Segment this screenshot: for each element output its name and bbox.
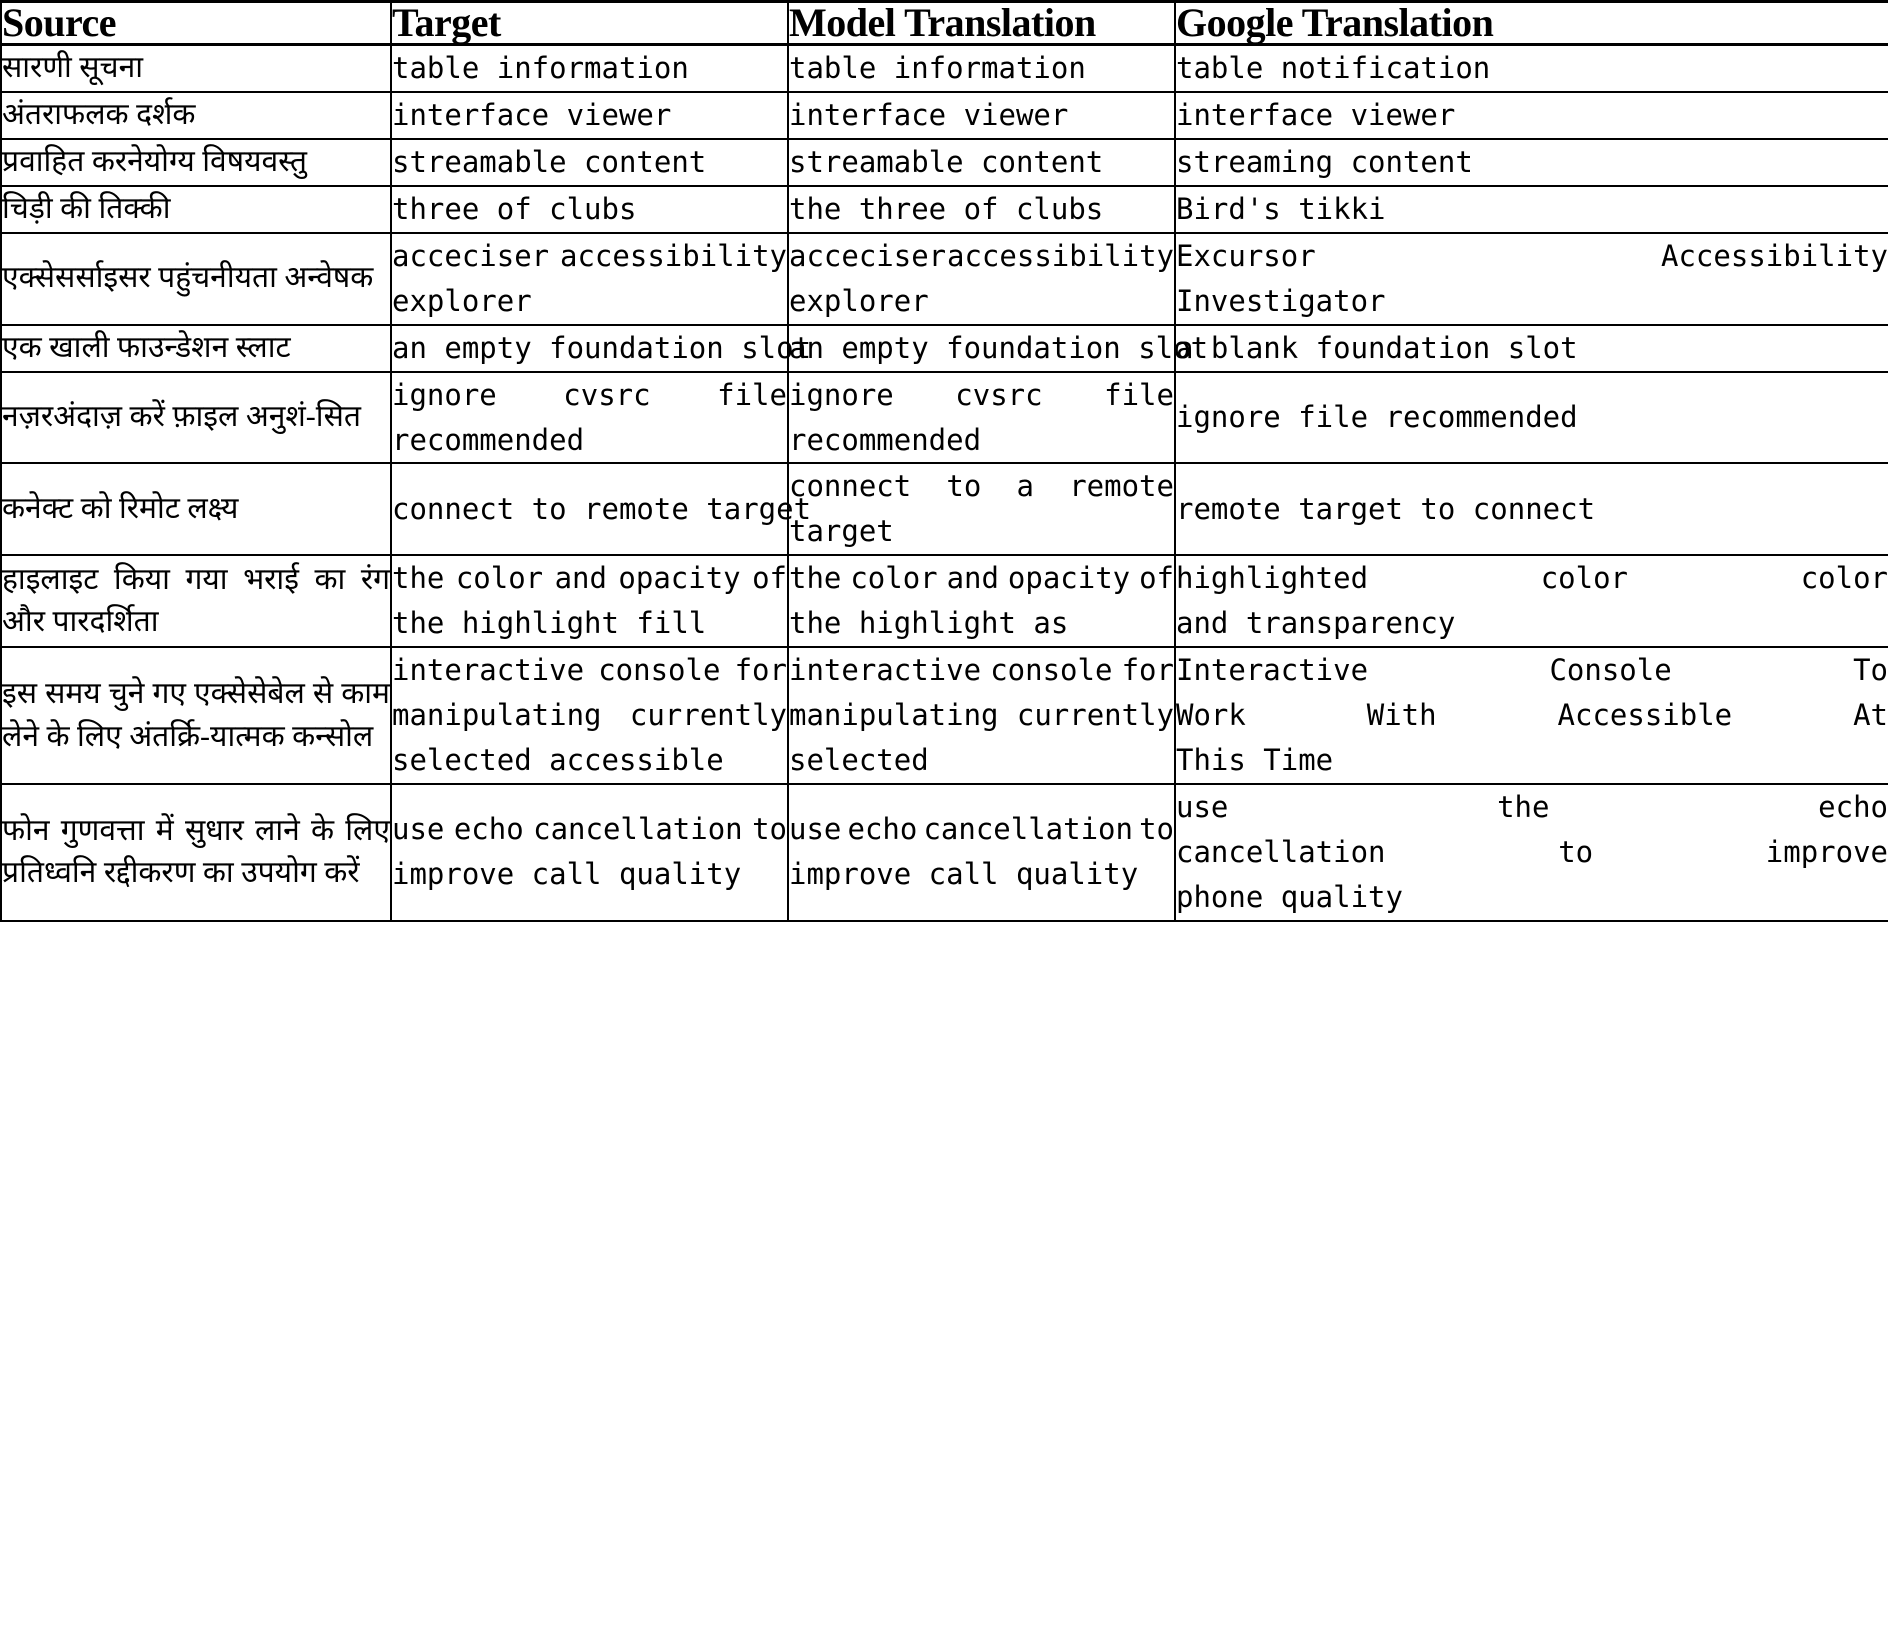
table-row: फोन गुणवत्ता में सुधार लाने के लिए प्रति… <box>0 783 1888 922</box>
table-row: अंतराफलक दर्शक interface viewer interface … <box>0 90 1888 140</box>
table-row: चिड़ी की तिक्की three of clubs the three o… <box>0 184 1888 234</box>
table-body: सारणी सूचना table information table inform… <box>0 43 1888 922</box>
cell-google: a blank foundation slot <box>1174 323 1888 373</box>
table-row: कनेक्ट को रिमोट लक्ष्य connect to remote … <box>0 462 1888 557</box>
cell-model: table information <box>787 43 1176 93</box>
cell-model: connect to a remote target <box>787 462 1176 557</box>
column-header-source: Source <box>0 0 392 46</box>
cell-source: नज़रअंदाज़ करें फ़ाइल अनुशं-सित <box>0 370 392 465</box>
cell-google: remote target to connect <box>1174 462 1888 557</box>
column-header-model-translation: Model Translation <box>787 0 1176 46</box>
column-header-google-translation: Google Translation <box>1174 0 1888 46</box>
cell-google: highlighted color color and transparency <box>1174 554 1888 649</box>
table-row: सारणी सूचना table information table inform… <box>0 43 1888 93</box>
cell-target: the color and opacity of the highlight fill <box>390 554 789 649</box>
cell-target: interactive console for manipulating current… <box>390 646 789 785</box>
column-header-target: Target <box>390 0 789 46</box>
cell-source: सारणी सूचना <box>0 43 392 93</box>
cell-source: अंतराफलक दर्शक <box>0 90 392 140</box>
cell-target: connect to remote target <box>390 462 811 557</box>
cell-google: Interactive Console To Work With Accessible At… <box>1174 646 1888 785</box>
cell-target: acceciser accessibility explorer <box>390 231 789 326</box>
table-row: एक्सेसर्साइसर पहुंचनीयता अन्वेषक accecise… <box>0 231 1888 326</box>
cell-target: interface viewer <box>390 90 789 140</box>
translation-comparison-table: Source Target Model Translation Google T… <box>0 0 1888 922</box>
table-row: एक खाली फाउन्डेशन स्लाट an empty foundati… <box>0 323 1888 373</box>
cell-source: फोन गुणवत्ता में सुधार लाने के लिए प्रति… <box>0 783 392 922</box>
table-row: प्रवाहित करनेयोग्य विषयवस्तु streamable c… <box>0 137 1888 187</box>
cell-target: streamable content <box>390 137 789 187</box>
cell-model: interface viewer <box>787 90 1176 140</box>
cell-model: the color and opacity of the highlight as <box>787 554 1176 649</box>
table-row: इस समय चुने गए एक्सेसेबेल से काम लेने के… <box>0 646 1888 785</box>
cell-source: एक खाली फाउन्डेशन स्लाट <box>0 323 392 373</box>
cell-model: streamable content <box>787 137 1176 187</box>
cell-target: an empty foundation slot <box>390 323 811 373</box>
cell-target: table information <box>390 43 789 93</box>
cell-google: interface viewer <box>1174 90 1888 140</box>
cell-google: use the echo cancellation to improve phone qua… <box>1174 783 1888 922</box>
cell-model: acceciser accessibility explorer <box>787 231 1176 326</box>
cell-target: three of clubs <box>390 184 789 234</box>
cell-model: an empty foundation slot <box>787 323 1208 373</box>
cell-source: प्रवाहित करनेयोग्य विषयवस्तु <box>0 137 392 187</box>
cell-source: एक्सेसर्साइसर पहुंचनीयता अन्वेषक <box>0 231 392 326</box>
cell-source: कनेक्ट को रिमोट लक्ष्य <box>0 462 392 557</box>
cell-google: Bird's tikki <box>1174 184 1888 234</box>
cell-google: ignore file recommended <box>1174 370 1888 465</box>
cell-model: interactive console for manipulating current… <box>787 646 1176 785</box>
table-row: नज़रअंदाज़ करें फ़ाइल अनुशं-सित ignore cvs… <box>0 370 1888 465</box>
cell-target: ignore cvsrc file recommended <box>390 370 789 465</box>
cell-google: streaming content <box>1174 137 1888 187</box>
cell-model: the three of clubs <box>787 184 1176 234</box>
cell-source: हाइलाइट किया गया भराई का रंग और पारदर्शि… <box>0 554 392 649</box>
cell-source: इस समय चुने गए एक्सेसेबेल से काम लेने के… <box>0 646 392 785</box>
cell-target: use echo cancellation to improve call qualit… <box>390 783 789 922</box>
table-row: हाइलाइट किया गया भराई का रंग और पारदर्शि… <box>0 554 1888 649</box>
cell-google: table notification <box>1174 43 1888 93</box>
cell-model: use echo cancellation to improve call qualit… <box>787 783 1176 922</box>
cell-source: चिड़ी की तिक्की <box>0 184 392 234</box>
cell-model: ignore cvsrc file recommended <box>787 370 1176 465</box>
cell-google: Excursor Accessibility Investigator <box>1174 231 1888 326</box>
table-header-row: Source Target Model Translation Google T… <box>0 0 1888 46</box>
